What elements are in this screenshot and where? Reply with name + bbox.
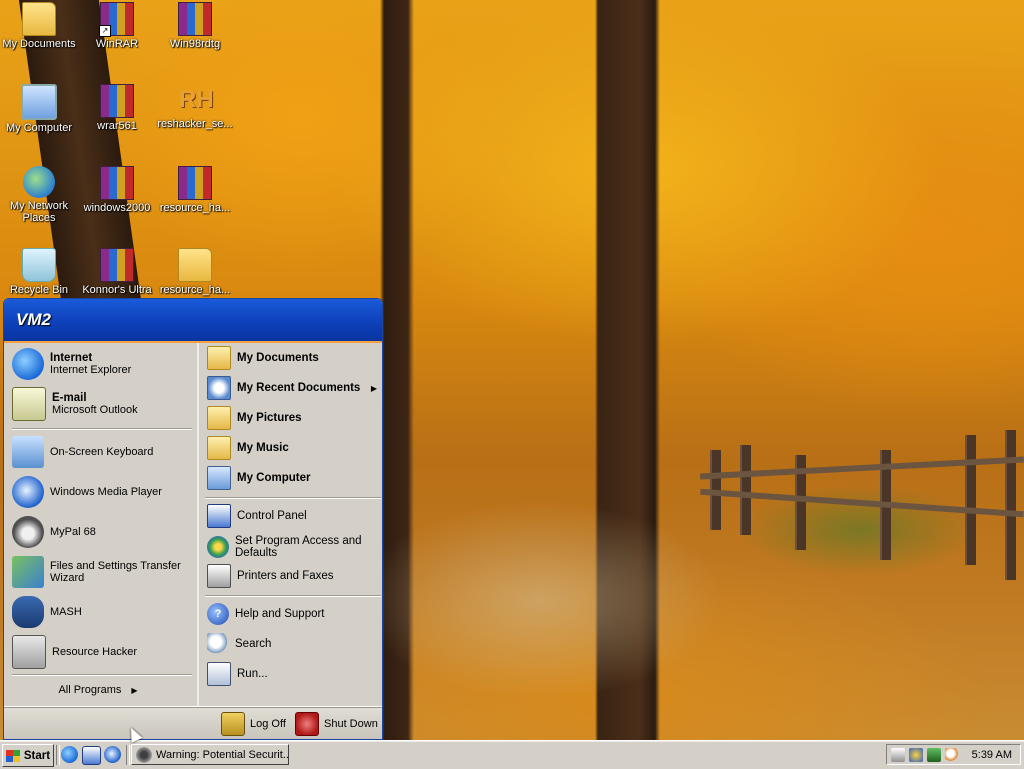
control-panel-icon [207,504,231,528]
settings-program-access[interactable]: Set Program Access and Defaults [207,532,379,562]
network-tray-icon[interactable] [927,748,941,762]
desktop-icon-my-network-places[interactable]: My Network Places [0,166,78,224]
resource-hacker-icon: RH [179,86,214,113]
start-menu-user-name: VM2 [4,299,382,343]
start-menu-left-column: Internet Internet Explorer E-mail Micros… [4,343,197,706]
printer-icon [207,564,231,588]
computer-icon [207,466,231,490]
mypal-icon [12,516,44,548]
place-my-music[interactable]: My Music [207,436,379,460]
quicklaunch-media-player-icon[interactable] [104,746,121,763]
desktop-icon-resource-hacker-archive[interactable]: resource_ha... [156,166,234,214]
desktop-icon-windows2000[interactable]: windows2000 [78,166,156,214]
taskbar-window-button[interactable]: Warning: Potential Securit... [131,744,289,765]
desktop-icon-reshacker-setup[interactable]: RH reshacker_se... [156,84,234,130]
windows-logo-icon [5,749,20,762]
system-tray: 5:39 AM [886,744,1021,765]
security-shield-icon[interactable] [909,748,923,762]
media-player-icon [12,476,44,508]
program-defaults-icon [207,536,229,558]
recycle-bin-icon [22,248,56,282]
place-my-computer[interactable]: My Computer [207,466,379,490]
place-my-pictures[interactable]: My Pictures [207,406,379,430]
recent-windows-media-player[interactable]: Windows Media Player [12,475,194,509]
start-menu: VM2 Internet Internet Explorer E-mail Mi… [3,298,383,740]
desktop-icon-konnors-ultra[interactable]: Konnor's Ultra [78,248,156,296]
music-folder-icon [207,436,231,460]
search-tray-icon[interactable] [945,748,959,762]
run-icon [207,662,231,686]
recent-documents-icon [207,376,231,400]
network-icon [23,166,55,198]
desktop-icon-my-computer[interactable]: My Computer [0,84,78,134]
separator [205,497,381,499]
winrar-archive-icon [100,166,134,200]
pinned-internet[interactable]: Internet Internet Explorer [12,347,194,381]
power-icon [295,712,319,736]
winrar-archive-icon [178,2,212,36]
place-my-recent-documents[interactable]: My Recent Documents ▶ [207,376,379,400]
tool-search[interactable]: Search [207,632,379,656]
key-icon [221,712,245,736]
resource-hacker-icon [12,635,46,669]
clock[interactable]: 5:39 AM [972,749,1012,761]
tool-help-support[interactable]: ? Help and Support [207,602,379,626]
email-icon [12,387,46,421]
search-icon [207,633,229,655]
internet-explorer-icon [12,348,44,380]
transfer-wizard-icon [12,556,44,588]
settings-printers-faxes[interactable]: Printers and Faxes [207,564,379,588]
pinned-email[interactable]: E-mail Microsoft Outlook [12,387,194,421]
folder-documents-icon [22,2,56,36]
all-programs-button[interactable]: All Programs ▶ [12,681,184,699]
winrar-archive-icon [100,248,134,282]
winrar-archive-icon [100,84,134,118]
desktop-icon-my-documents[interactable]: My Documents [0,2,78,50]
tool-run[interactable]: Run... [207,662,379,686]
quicklaunch-show-desktop-icon[interactable] [82,746,101,765]
start-menu-footer: Log Off Shut Down [4,707,382,739]
separator [205,595,381,597]
winrar-icon: ↗ [99,2,134,37]
log-off-button[interactable]: Log Off [221,712,286,736]
desktop-icon-wrar561[interactable]: wrar561 [78,84,156,132]
arrow-right-icon: ▶ [370,383,377,393]
recent-transfer-wizard[interactable]: Files and Settings Transfer Wizard [12,555,194,589]
shut-down-button[interactable]: Shut Down [295,712,378,736]
keyboard-icon [12,436,44,468]
documents-folder-icon [207,346,231,370]
arrow-right-icon: ▶ [131,685,138,695]
quicklaunch-separator [56,745,60,765]
window-app-icon [136,746,152,763]
separator [12,674,192,676]
help-icon: ? [207,603,229,625]
start-menu-right-column: My Documents My Recent Documents ▶ My Pi… [197,343,382,706]
start-button[interactable]: Start [2,744,54,767]
quicklaunch-internet-explorer-icon[interactable] [61,746,78,763]
desktop-icon-resource-hacker-folder[interactable]: resource_ha... [156,248,234,296]
desktop-icon-win98rdtg[interactable]: Win98rdtg [156,2,234,50]
computer-icon [21,84,57,120]
desktop-icon-recycle-bin[interactable]: Recycle Bin [0,248,78,296]
recent-mash[interactable]: MASH [12,595,194,629]
quicklaunch-separator [126,745,130,765]
recent-resource-hacker[interactable]: Resource Hacker [12,635,194,669]
pictures-folder-icon [207,406,231,430]
settings-control-panel[interactable]: Control Panel [207,504,379,528]
keyboard-tray-icon[interactable] [891,748,905,762]
place-my-documents[interactable]: My Documents [207,346,379,370]
winrar-archive-icon [178,166,212,200]
recent-mypal[interactable]: MyPal 68 [12,515,194,549]
taskbar: Start Warning: Potential Securit... 5:39… [0,740,1024,769]
mash-icon [12,596,44,628]
wallpaper-fence [700,430,1024,580]
separator [12,428,192,430]
recent-on-screen-keyboard[interactable]: On-Screen Keyboard [12,435,194,469]
folder-icon [178,248,212,282]
desktop-icon-winrar[interactable]: ↗ WinRAR [78,2,156,50]
